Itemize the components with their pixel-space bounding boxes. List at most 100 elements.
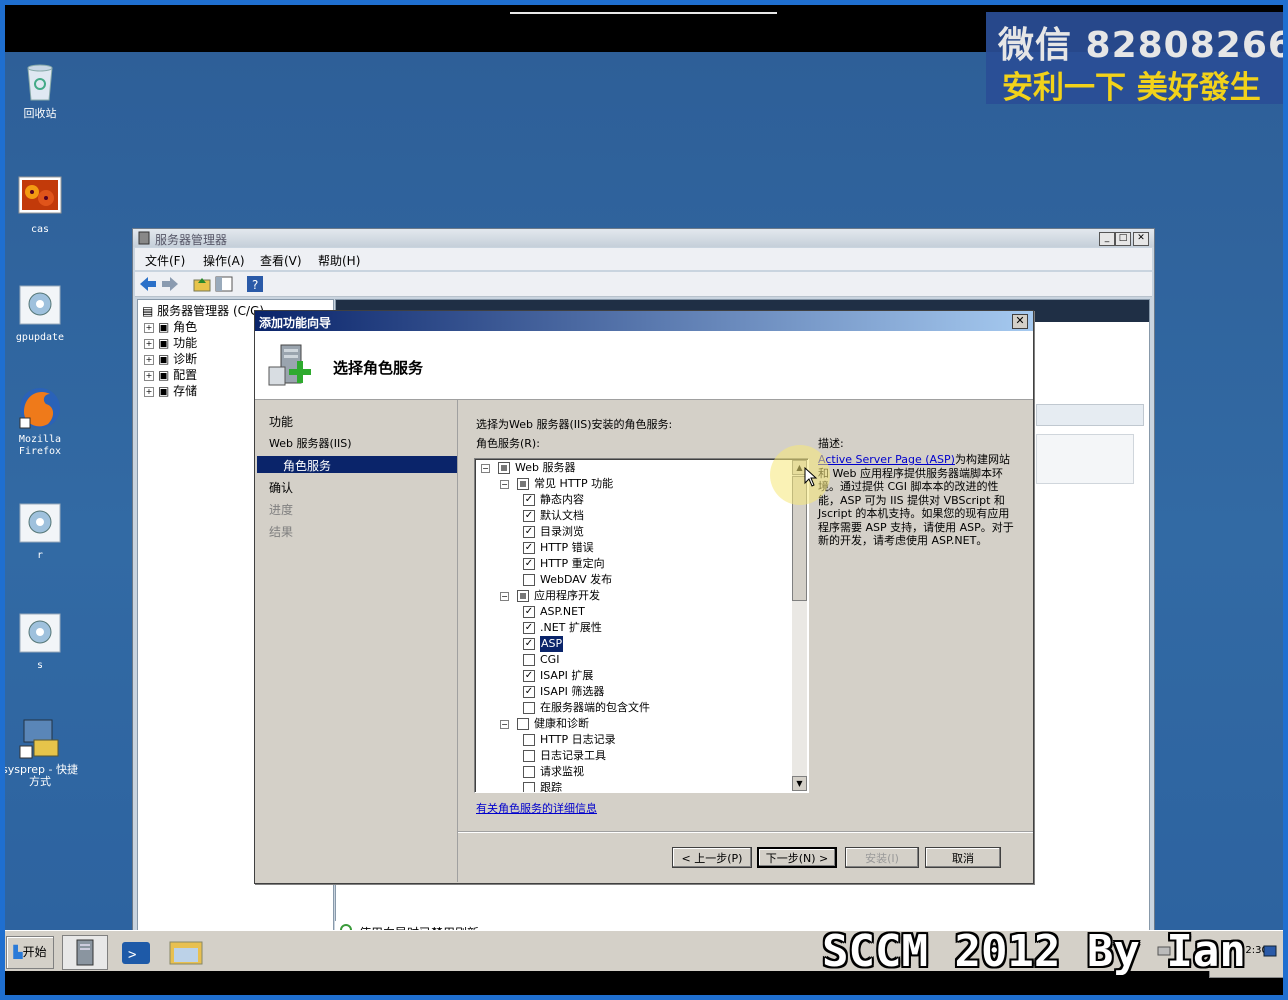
minimize-button[interactable]: _ [1099, 232, 1115, 246]
show-hide-tree-icon[interactable] [215, 276, 233, 295]
show-desktop-icon[interactable] [1263, 945, 1277, 960]
tree-row[interactable]: − 常见 HTTP 功能 [475, 476, 792, 492]
step-web-server[interactable]: Web 服务器(IIS) [269, 435, 352, 451]
tree-row[interactable]: − 健康和诊断 [475, 716, 792, 732]
tree-row[interactable]: ✓ ISAPI 扩展 [475, 668, 792, 684]
tree-root[interactable]: ▤ 服务器管理器 (C/G) [142, 302, 264, 319]
more-info-link[interactable]: 有关角色服务的详细信息 [476, 800, 597, 816]
checkbox[interactable]: ✓ [523, 638, 535, 650]
checkbox[interactable] [523, 734, 535, 746]
tree-scrollbar[interactable]: ▲ ▼ [792, 460, 807, 791]
tree-item-storage[interactable]: + ▣ 存储 [144, 382, 197, 399]
desktop[interactable]: 回收站 cas gpupdate Mozilla Firefox r s sys… [5, 52, 1283, 978]
checkbox[interactable] [523, 750, 535, 762]
checkbox[interactable] [523, 574, 535, 586]
checkbox[interactable]: ✓ [523, 558, 535, 570]
checkbox[interactable]: ✓ [523, 494, 535, 506]
menu-view[interactable]: 查看(V) [260, 252, 302, 269]
tree-row[interactable]: WebDAV 发布 [475, 572, 792, 588]
role-services-tree[interactable]: − Web 服务器 − 常见 HTTP 功能 ✓ 静态内容 ✓ 默认文档 ✓ 目录浏览 ✓ HTTP … [474, 458, 809, 793]
forward-arrow-icon[interactable] [161, 276, 179, 295]
menu-help[interactable]: 帮助(H) [318, 252, 360, 269]
tree-row[interactable]: 请求监视 [475, 764, 792, 780]
checkbox[interactable]: ✓ [523, 686, 535, 698]
wizard-close-button[interactable]: ✕ [1012, 314, 1028, 329]
checkbox[interactable]: ✓ [523, 622, 535, 634]
wizard-titlebar[interactable]: 添加功能向导 ✕ [255, 311, 1033, 331]
checkbox[interactable]: ✓ [523, 510, 535, 522]
checkbox[interactable]: ✓ [523, 542, 535, 554]
expand-icon[interactable]: + [144, 322, 154, 333]
tree-row[interactable]: CGI [475, 652, 792, 668]
collapse-icon[interactable]: − [500, 720, 509, 729]
cancel-button[interactable]: 取消 [925, 847, 1001, 868]
folder-up-icon[interactable] [193, 276, 211, 295]
tree-item-roles[interactable]: + ▣ 角色 [144, 318, 197, 335]
start-button[interactable]: ▙开始 [6, 936, 54, 969]
tree-row[interactable]: ✓ HTTP 错误 [475, 540, 792, 556]
desktop-icon-gpupdate[interactable]: gpupdate [5, 284, 80, 344]
tree-row[interactable]: ✓ 静态内容 [475, 492, 792, 508]
taskbar-server-manager[interactable] [62, 935, 108, 970]
back-arrow-icon[interactable] [139, 276, 157, 295]
taskbar-explorer[interactable] [163, 935, 209, 970]
next-button[interactable]: 下一步(N) > [757, 847, 837, 868]
desktop-icon-cas[interactable]: cas [5, 176, 80, 236]
checkbox[interactable] [517, 718, 529, 730]
checkbox[interactable] [498, 462, 510, 474]
scroll-down-button[interactable]: ▼ [792, 776, 807, 791]
desktop-icon-r[interactable]: r [5, 502, 80, 562]
step-features[interactable]: 功能 [269, 413, 293, 430]
tree-row-label: ISAPI 筛选器 [540, 685, 605, 698]
tree-item-features[interactable]: + ▣ 功能 [144, 334, 197, 351]
step-role-services[interactable]: 角色服务 [283, 457, 331, 474]
help-icon[interactable]: ? [247, 276, 263, 295]
server-manager-titlebar[interactable]: 服务器管理器 _ □ ✕ [133, 229, 1154, 247]
desktop-icon-firefox[interactable]: Mozilla Firefox [5, 386, 80, 458]
step-confirmation[interactable]: 确认 [269, 479, 293, 496]
wizard-content: 选择为Web 服务器(IIS)安装的角色服务: 角色服务(R): 描述: − We… [458, 400, 1033, 883]
expand-icon[interactable]: + [144, 338, 154, 349]
checkbox[interactable] [523, 702, 535, 714]
tree-row[interactable]: ✓ 默认文档 [475, 508, 792, 524]
add-features-wizard[interactable]: 添加功能向导 ✕ 选择角色服务 功能 Web 服务器(IIS) 角色服务 确认 … [254, 310, 1034, 884]
taskbar-powershell[interactable]: > [113, 935, 159, 970]
expand-icon[interactable]: + [144, 370, 154, 381]
menu-file[interactable]: 文件(F) [145, 252, 185, 269]
tree-row[interactable]: ✓ ASP.NET [475, 604, 792, 620]
collapse-icon[interactable]: − [500, 480, 509, 489]
asp-link[interactable]: Active Server Page (ASP) [818, 453, 955, 466]
tree-row[interactable]: 日志记录工具 [475, 748, 792, 764]
tree-row[interactable]: ✓ ASP [475, 636, 792, 652]
checkbox[interactable] [523, 654, 535, 666]
menu-action[interactable]: 操作(A) [203, 252, 245, 269]
tree-row[interactable]: ✓ HTTP 重定向 [475, 556, 792, 572]
maximize-button[interactable]: □ [1115, 232, 1131, 246]
tree-row[interactable]: ✓ 目录浏览 [475, 524, 792, 540]
previous-button[interactable]: < 上一步(P) [672, 847, 752, 868]
checkbox[interactable]: ✓ [523, 670, 535, 682]
tree-row[interactable]: HTTP 日志记录 [475, 732, 792, 748]
desktop-icon-sysprep[interactable]: sysprep - 快捷方式 [5, 716, 80, 788]
expand-icon[interactable]: + [144, 354, 154, 365]
checkbox[interactable] [517, 478, 529, 490]
desktop-icon-s[interactable]: s [5, 612, 80, 672]
collapse-icon[interactable]: − [500, 592, 509, 601]
checkbox[interactable]: ✓ [523, 526, 535, 538]
checkbox[interactable] [523, 766, 535, 778]
collapse-icon[interactable]: − [481, 464, 490, 473]
tree-row[interactable]: − Web 服务器 [475, 460, 792, 476]
checkbox[interactable] [517, 590, 529, 602]
desktop-icon-recycle-bin[interactable]: 回收站 [5, 60, 80, 120]
tree-row[interactable]: 跟踪 [475, 780, 792, 792]
tree-row[interactable]: ✓ .NET 扩展性 [475, 620, 792, 636]
checkbox[interactable] [523, 782, 535, 792]
tree-row[interactable]: − 应用程序开发 [475, 588, 792, 604]
close-button[interactable]: ✕ [1133, 232, 1149, 246]
tree-row[interactable]: ✓ ISAPI 筛选器 [475, 684, 792, 700]
tree-row[interactable]: 在服务器端的包含文件 [475, 700, 792, 716]
expand-icon[interactable]: + [144, 386, 154, 397]
checkbox[interactable]: ✓ [523, 606, 535, 618]
tree-item-diagnostics[interactable]: + ▣ 诊断 [144, 350, 197, 367]
tree-item-configuration[interactable]: + ▣ 配置 [144, 366, 197, 383]
